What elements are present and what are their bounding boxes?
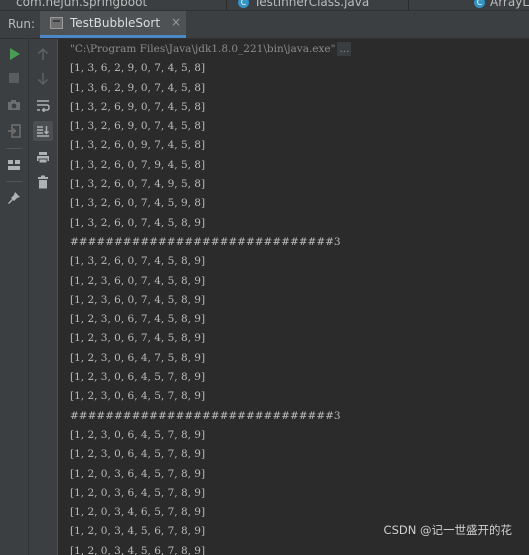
- restore-layout-icon: [8, 124, 21, 138]
- console-output-line: [1, 3, 2, 6, 0, 7, 4, 5, 8, 9]: [70, 255, 206, 268]
- console-output-line: [1, 2, 0, 3, 4, 5, 6, 7, 8, 9]: [70, 525, 206, 538]
- trash-icon: [38, 175, 48, 189]
- class-icon: C: [238, 0, 249, 8]
- console-lines: "C:\Program Files\Java\jdk1.8.0_221\bin\…: [70, 40, 352, 555]
- soft-wrap-button[interactable]: [33, 95, 53, 115]
- console-output-line: [1, 2, 3, 0, 6, 4, 5, 7, 8, 9]: [70, 428, 206, 441]
- console-output-line: [1, 3, 6, 2, 9, 0, 7, 4, 5, 8]: [70, 62, 206, 75]
- csdn-watermark: CSDN @记一世盛开的花: [383, 523, 512, 537]
- console-output-line: ##############################3: [70, 235, 341, 248]
- console-output-line: [1, 2, 0, 3, 4, 5, 6, 7, 8, 9]: [70, 544, 206, 555]
- scroll-to-end-button[interactable]: [33, 121, 53, 141]
- java-command: "C:\Program Files\Java\jdk1.8.0_221\bin\…: [70, 43, 336, 55]
- console-output[interactable]: "C:\Program Files\Java\jdk1.8.0_221\bin\…: [58, 39, 529, 555]
- command-ellipsis[interactable]: ...: [337, 42, 352, 56]
- layout-icon: [8, 160, 20, 170]
- console-output-line: [1, 2, 0, 3, 4, 6, 5, 7, 8, 9]: [70, 506, 206, 519]
- editor-tab-project[interactable]: com.hejun.springboot: [16, 0, 147, 9]
- console-icon: [50, 17, 63, 29]
- console-command-line: "C:\Program Files\Java\jdk1.8.0_221\bin\…: [70, 40, 352, 59]
- console-output-line: ##############################3: [70, 409, 341, 422]
- run-tab-label: TestBubbleSort: [70, 16, 161, 30]
- soft-wrap-icon: [37, 99, 50, 112]
- clear-all-button[interactable]: [33, 172, 53, 192]
- next-occurrence-button[interactable]: [33, 68, 53, 88]
- console-output-line: [1, 2, 3, 6, 0, 7, 4, 5, 8, 9]: [70, 274, 206, 287]
- run-icon: [10, 48, 20, 60]
- dump-threads-button[interactable]: [4, 95, 24, 115]
- console-output-line: [1, 2, 3, 0, 6, 7, 4, 5, 8, 9]: [70, 313, 206, 326]
- pin-tab-button[interactable]: [4, 188, 24, 208]
- console-output-line: [1, 2, 3, 0, 6, 4, 7, 5, 8, 9]: [70, 351, 206, 364]
- editor-tab-strip: com.hejun.springboot C TestInnerClass.ja…: [0, 0, 529, 11]
- console-output-line: [1, 2, 3, 0, 6, 4, 5, 7, 8, 9]: [70, 371, 206, 384]
- editor-tab-arraylist[interactable]: ArrayL: [490, 0, 529, 9]
- pin-icon: [8, 192, 20, 204]
- console-output-line: [1, 3, 2, 6, 0, 7, 4, 5, 8, 9]: [70, 216, 206, 229]
- console-output-line: [1, 3, 6, 2, 9, 0, 7, 4, 5, 8]: [70, 81, 206, 94]
- console-output-line: [1, 2, 3, 0, 6, 7, 4, 5, 8, 9]: [70, 332, 206, 345]
- console-output-line: [1, 2, 0, 3, 6, 4, 5, 7, 8, 9]: [70, 467, 206, 480]
- print-icon: [37, 151, 49, 163]
- up-arrow-icon: [37, 47, 49, 60]
- console-output-line: [1, 2, 3, 6, 0, 7, 4, 5, 8, 9]: [70, 293, 206, 306]
- console-output-line: [1, 3, 2, 6, 0, 7, 9, 4, 5, 8]: [70, 158, 206, 171]
- console-output-line: [1, 3, 2, 6, 0, 9, 7, 4, 5, 8]: [70, 139, 206, 152]
- close-icon[interactable]: ×: [171, 15, 181, 29]
- console-output-line: [1, 2, 3, 0, 6, 4, 5, 7, 8, 9]: [70, 448, 206, 461]
- console-output-line: [1, 3, 2, 6, 0, 7, 4, 5, 9, 8]: [70, 197, 206, 210]
- console-output-line: [1, 3, 2, 6, 9, 0, 7, 4, 5, 8]: [70, 120, 206, 133]
- camera-icon: [8, 100, 20, 110]
- tab-divider: [408, 0, 409, 10]
- console-output-line: [1, 2, 3, 0, 6, 4, 5, 7, 8, 9]: [70, 390, 206, 403]
- stop-button[interactable]: [4, 68, 24, 88]
- run-tab-testbubblesort[interactable]: TestBubbleSort ×: [40, 11, 186, 38]
- previous-occurrence-button[interactable]: [33, 44, 53, 64]
- rerun-button[interactable]: [4, 44, 24, 64]
- console-output-line: [1, 3, 2, 6, 0, 7, 4, 9, 5, 8]: [70, 178, 206, 191]
- output-lines: [1, 3, 6, 2, 9, 0, 7, 4, 5, 8] [1, 3, 6, …: [70, 59, 351, 555]
- console-output-line: [1, 3, 2, 6, 9, 0, 7, 4, 5, 8]: [70, 100, 206, 113]
- run-label: Run:: [8, 17, 36, 31]
- editor-tab-testinnerclass[interactable]: TestInnerClass.java: [254, 0, 369, 9]
- console-output-line: [1, 2, 0, 3, 6, 4, 5, 7, 8, 9]: [70, 486, 206, 499]
- layout-button[interactable]: [4, 155, 24, 175]
- toolbar-divider: [6, 148, 22, 149]
- down-arrow-icon: [37, 72, 49, 85]
- restore-layout-button[interactable]: [4, 121, 24, 141]
- toolbar-divider: [6, 181, 22, 182]
- tab-divider: [226, 0, 227, 10]
- class-icon: C: [474, 0, 485, 8]
- stop-icon: [9, 73, 19, 83]
- run-panel-header: Run: TestBubbleSort ×: [0, 11, 529, 39]
- run-toolbar: [0, 39, 29, 555]
- scroll-to-end-icon: [37, 125, 49, 137]
- console-toolbar: [29, 39, 58, 555]
- print-button[interactable]: [33, 147, 53, 167]
